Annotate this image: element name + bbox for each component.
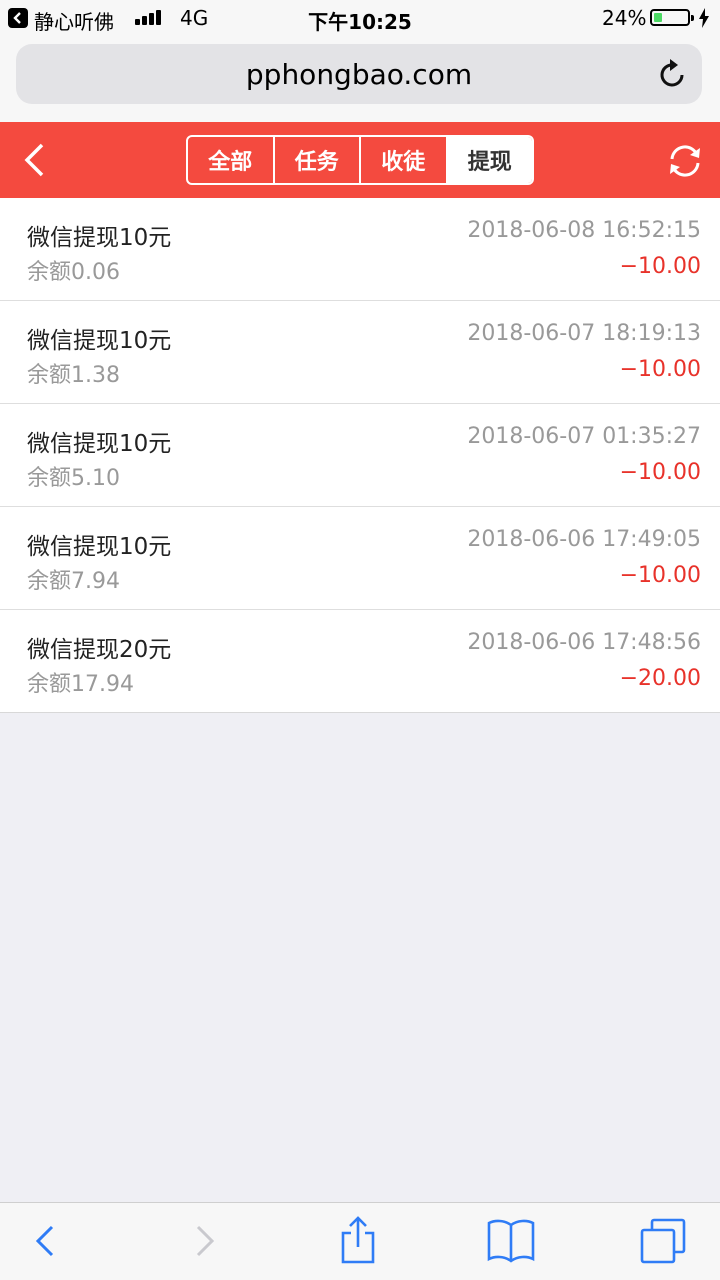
status-bar: 静心听佛 4G 下午10:25 24%: [0, 0, 720, 38]
tab-all[interactable]: 全部: [188, 137, 275, 183]
withdraw-record-list: 微信提现10元 2018-06-08 16:52:15 余额0.06 −10.0…: [0, 198, 720, 713]
forward-arrow-icon: [196, 1225, 215, 1257]
share-icon[interactable]: [338, 1215, 378, 1265]
record-title: 微信提现10元: [27, 534, 172, 560]
list-item[interactable]: 微信提现10元 2018-06-07 01:35:27 余额5.10 −10.0…: [0, 404, 720, 507]
url-text[interactable]: pphongbao.com: [16, 58, 702, 91]
charging-icon: [699, 8, 709, 28]
list-item[interactable]: 微信提现10元 2018-06-08 16:52:15 余额0.06 −10.0…: [0, 198, 720, 301]
record-amount: −10.00: [619, 563, 701, 588]
record-time: 2018-06-07 01:35:27: [467, 424, 701, 449]
browser-address-area: pphongbao.com: [0, 38, 720, 122]
list-item[interactable]: 微信提现10元 2018-06-07 18:19:13 余额1.38 −10.0…: [0, 301, 720, 404]
record-amount: −10.00: [619, 254, 701, 279]
record-time: 2018-06-08 16:52:15: [467, 218, 701, 243]
tab-tasks[interactable]: 任务: [275, 137, 361, 183]
category-tabs: 全部 任务 收徒 提现: [186, 135, 534, 185]
tabs-icon[interactable]: [638, 1217, 688, 1265]
record-balance: 余额5.10: [27, 466, 120, 491]
record-amount: −20.00: [619, 666, 701, 691]
record-time: 2018-06-06 17:48:56: [467, 630, 701, 655]
record-time: 2018-06-07 18:19:13: [467, 321, 701, 346]
chevron-left-icon[interactable]: [22, 142, 46, 178]
tab-withdraw[interactable]: 提现: [447, 137, 532, 183]
record-title: 微信提现10元: [27, 225, 172, 251]
address-bar[interactable]: pphongbao.com: [16, 44, 702, 104]
record-time: 2018-06-06 17:49:05: [467, 527, 701, 552]
battery-percent: 24%: [602, 6, 647, 30]
tab-apprentices[interactable]: 收徒: [361, 137, 448, 183]
record-balance: 余额1.38: [27, 363, 120, 388]
battery-icon: [650, 9, 694, 26]
record-title: 微信提现10元: [27, 431, 172, 457]
refresh-icon[interactable]: [666, 142, 704, 180]
page-header: 全部 任务 收徒 提现: [0, 122, 720, 198]
record-amount: −10.00: [619, 357, 701, 382]
record-title: 微信提现20元: [27, 637, 172, 663]
browser-toolbar: [0, 1202, 720, 1280]
record-balance: 余额0.06: [27, 260, 120, 285]
record-balance: 余额7.94: [27, 569, 120, 594]
battery-level: [654, 13, 662, 22]
record-balance: 余额17.94: [27, 672, 134, 697]
record-amount: −10.00: [619, 460, 701, 485]
list-item[interactable]: 微信提现10元 2018-06-06 17:49:05 余额7.94 −10.0…: [0, 507, 720, 610]
bookmarks-icon[interactable]: [486, 1217, 536, 1263]
list-item[interactable]: 微信提现20元 2018-06-06 17:48:56 余额17.94 −20.…: [0, 610, 720, 712]
record-title: 微信提现10元: [27, 328, 172, 354]
reload-icon[interactable]: [658, 58, 688, 90]
back-arrow-icon[interactable]: [30, 1219, 60, 1263]
